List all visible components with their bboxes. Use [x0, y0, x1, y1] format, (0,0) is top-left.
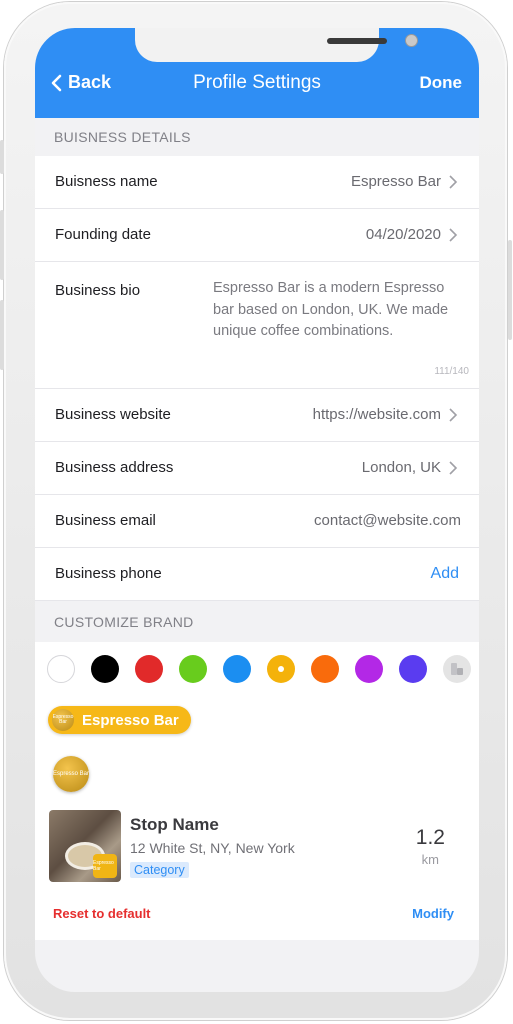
stop-card-preview: Espresso Bar Stop Name 12 White St, NY, …: [35, 800, 479, 893]
thumbnail-brand-logo: Espresso Bar: [93, 854, 117, 878]
character-count: 111/140: [434, 366, 469, 377]
brand-logo: Espresso Bar: [52, 709, 74, 731]
brand-color-picker: [35, 642, 479, 697]
founding-date-label: Founding date: [55, 226, 151, 243]
modify-button[interactable]: Modify: [412, 906, 454, 921]
footer-actions: Reset to default Modify: [35, 892, 479, 940]
pill-preview-row: Espresso Bar Espresso Bar: [35, 696, 479, 747]
color-swatch-custom-picker[interactable]: [443, 655, 471, 683]
row-founding-date[interactable]: Founding date 04/20/2020: [35, 209, 479, 262]
brand-pill-label: Espresso Bar: [82, 711, 179, 729]
custom-color-icon: [451, 663, 463, 675]
distance-unit: km: [421, 852, 439, 867]
row-business-email[interactable]: Business email contact@website.com: [35, 495, 479, 548]
chevron-right-icon: [449, 461, 458, 475]
reset-to-default-button[interactable]: Reset to default: [53, 906, 151, 921]
business-address-value: London, UK: [361, 459, 441, 476]
brand-pill-preview: Espresso Bar Espresso Bar: [48, 706, 191, 734]
stop-address: 12 White St, NY, New York: [130, 840, 295, 856]
page-title: Profile Settings: [193, 72, 321, 93]
chevron-right-icon: [449, 408, 458, 422]
chevron-right-icon: [449, 175, 458, 189]
section-header-business-details: BUISNESS DETAILS: [35, 118, 479, 156]
color-swatch-indigo[interactable]: [399, 655, 427, 683]
screen: Back Profile Settings Done BUISNESS DETA…: [35, 28, 479, 992]
color-swatch-black[interactable]: [91, 655, 119, 683]
stop-name: Stop Name: [130, 815, 219, 834]
chevron-right-icon: [449, 228, 458, 242]
row-business-website[interactable]: Business website https://website.com: [35, 389, 479, 442]
business-name-label: Buisness name: [55, 173, 158, 190]
business-email-label: Business email: [55, 512, 156, 529]
done-button[interactable]: Done: [420, 73, 463, 93]
row-business-phone: Business phone Add: [35, 548, 479, 601]
color-swatch-green[interactable]: [179, 655, 207, 683]
color-swatch-yellow[interactable]: [267, 655, 295, 683]
founding-date-value: 04/20/2020: [365, 226, 441, 243]
color-swatch-red[interactable]: [135, 655, 163, 683]
row-business-address[interactable]: Business address London, UK: [35, 442, 479, 495]
selected-indicator: [278, 666, 284, 672]
row-business-bio[interactable]: Business bio Espresso Bar is a modern Es…: [35, 262, 479, 389]
business-website-label: Business website: [55, 406, 171, 423]
business-email-value: contact@website.com: [314, 512, 461, 529]
business-website-value: https://website.com: [312, 406, 441, 423]
business-name-value: Espresso Bar: [350, 173, 441, 190]
business-phone-label: Business phone: [55, 565, 162, 582]
distance-value: 1.2: [415, 826, 445, 849]
color-swatch-white[interactable]: [47, 655, 75, 683]
business-bio-text[interactable]: Espresso Bar is a modern Espresso bar ba…: [213, 278, 461, 343]
front-camera: [405, 34, 418, 47]
volume-up-button: [0, 210, 4, 280]
color-swatch-purple[interactable]: [355, 655, 383, 683]
business-address-label: Business address: [55, 459, 174, 476]
mute-switch: [0, 140, 4, 174]
row-business-name[interactable]: Buisness name Espresso Bar: [35, 156, 479, 209]
section-header-customize-brand: CUSTOMIZE BRAND: [35, 602, 479, 642]
navigation-bar: Back Profile Settings Done: [35, 28, 479, 118]
speaker: [327, 38, 387, 44]
color-swatch-blue[interactable]: [223, 655, 251, 683]
volume-down-button: [0, 300, 4, 370]
notch: [135, 28, 418, 62]
color-swatch-orange[interactable]: [311, 655, 339, 683]
category-badge: Category: [130, 862, 189, 878]
stop-thumbnail: Espresso Bar: [49, 810, 121, 882]
business-bio-label: Business bio: [55, 282, 141, 299]
power-button: [508, 240, 512, 340]
add-phone-button[interactable]: Add: [431, 548, 459, 600]
brand-logo-coin: Espresso Bar: [53, 756, 89, 792]
logo-preview-row: Espresso Bar: [35, 746, 479, 801]
